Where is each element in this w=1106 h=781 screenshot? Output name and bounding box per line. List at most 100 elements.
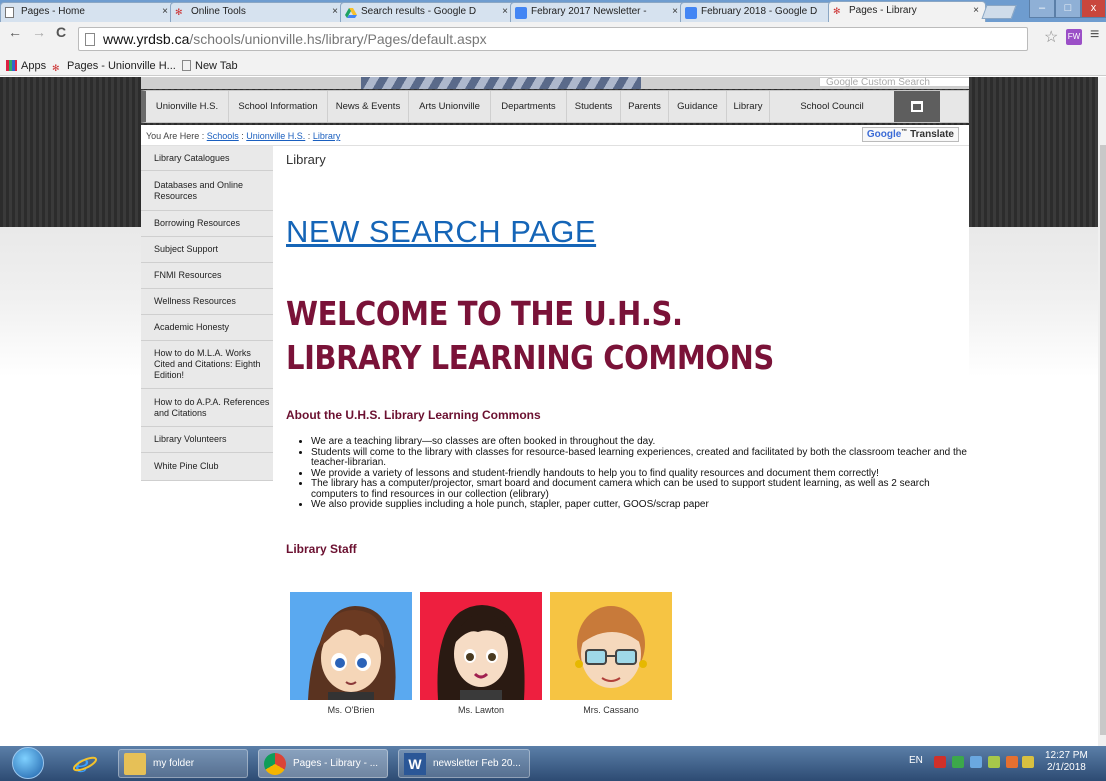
- taskbar-button-my-folder[interactable]: my folder: [118, 749, 248, 778]
- site-navigation: Unionville H.S. School Information News …: [141, 90, 969, 123]
- tab-online-tools[interactable]: ✻ Online Tools ×: [170, 2, 345, 22]
- breadcrumb: You Are Here : Schools : Unionville H.S.…: [141, 125, 969, 146]
- tray-app-icon[interactable]: [988, 756, 1000, 768]
- google-translate-button[interactable]: Google™ Translate: [861, 127, 959, 142]
- bookmarks-bar: Apps ✻ Pages - Unionville H... New Tab: [0, 58, 1106, 76]
- nav-guidance[interactable]: Guidance: [669, 91, 727, 122]
- maximize-button[interactable]: □: [1055, 0, 1081, 18]
- page-icon: [85, 33, 95, 46]
- sidebar-item-databases[interactable]: Databases and Online Resources: [141, 171, 273, 211]
- taskbar-button-word[interactable]: W newsletter Feb 20...: [398, 749, 530, 778]
- tab-title: February 2018 - Google D: [701, 6, 818, 17]
- sidebar-item-wellness-resources[interactable]: Wellness Resources: [141, 289, 273, 315]
- tab-title: Search results - Google D: [361, 6, 477, 17]
- nav-arts-unionville[interactable]: Arts Unionville: [409, 91, 491, 122]
- bookmark-apps[interactable]: Apps: [6, 60, 46, 72]
- minimize-button[interactable]: –: [1029, 0, 1055, 18]
- sidebar-item-library-volunteers[interactable]: Library Volunteers: [141, 427, 273, 453]
- nav-library[interactable]: Library: [727, 91, 770, 122]
- forward-arrow-icon[interactable]: →: [32, 24, 46, 40]
- reload-icon[interactable]: C: [56, 24, 66, 40]
- page-icon: [5, 7, 14, 18]
- url-path: /schools/unionville.hs/library/Pages/def…: [189, 31, 487, 47]
- back-arrow-icon[interactable]: ←: [8, 24, 22, 40]
- site-banner: Google Custom Search: [141, 77, 969, 89]
- list-item: Students will come to the library with c…: [311, 447, 971, 469]
- language-indicator[interactable]: EN: [909, 755, 923, 766]
- staff-heading: Library Staff: [286, 542, 357, 556]
- google-drive-icon: [345, 7, 357, 19]
- new-tab-button[interactable]: [981, 5, 1017, 19]
- google-docs-icon: [515, 7, 527, 19]
- close-window-button[interactable]: x: [1081, 0, 1106, 18]
- address-bar[interactable]: www.yrdsb.ca/schools/unionville.hs/libra…: [78, 27, 1028, 51]
- staff-name-cassano: Mrs. Cassano: [583, 705, 639, 715]
- breadcrumb-link-library[interactable]: Library: [313, 131, 341, 141]
- menu-icon[interactable]: ≡: [1090, 26, 1099, 44]
- tab-close-icon[interactable]: ×: [672, 6, 678, 17]
- nav-unionville-hs[interactable]: Unionville H.S.: [146, 91, 229, 122]
- nav-news-events[interactable]: News & Events: [328, 91, 409, 122]
- nav-departments[interactable]: Departments: [491, 91, 567, 122]
- tab-close-icon[interactable]: ×: [332, 6, 338, 17]
- url-host: www.yrdsb.ca: [103, 31, 190, 47]
- sidebar-item-subject-support[interactable]: Subject Support: [141, 237, 273, 263]
- list-item: We also provide supplies including a hol…: [311, 499, 971, 511]
- google-logo-text: Google: [866, 129, 902, 140]
- welcome-heading: WELCOME TO THE U.H.S. LIBRARY LEARNING C…: [286, 294, 774, 377]
- tray-app-icon[interactable]: [1006, 756, 1018, 768]
- sharepoint-icon: ✻: [833, 6, 841, 16]
- breadcrumb-separator: :: [305, 131, 313, 141]
- tab-search-results[interactable]: Search results - Google D ×: [340, 2, 515, 22]
- system-clock[interactable]: 12:27 PM 2/1/2018: [1045, 750, 1088, 774]
- sidebar-item-borrowing-resources[interactable]: Borrowing Resources: [141, 211, 273, 237]
- start-button[interactable]: [12, 747, 44, 779]
- bookmark-new-tab[interactable]: New Tab: [182, 60, 238, 72]
- nav-school-council[interactable]: School Council: [770, 91, 894, 122]
- sidebar-nav: Library Catalogues Databases and Online …: [141, 146, 273, 481]
- custom-search-input[interactable]: Google Custom Search: [819, 77, 969, 88]
- scrollbar-thumb[interactable]: [1100, 145, 1106, 735]
- windows-taskbar: e my folder Pages - Library - ... W news…: [0, 746, 1106, 781]
- main-content: Library NEW SEARCH PAGE WELCOME TO THE U…: [273, 146, 969, 746]
- tab-close-icon[interactable]: ×: [973, 5, 979, 16]
- tray-app-icon[interactable]: [1022, 756, 1034, 768]
- staff-name-lawton: Ms. Lawton: [457, 705, 505, 715]
- nav-parents[interactable]: Parents: [621, 91, 669, 122]
- sidebar-item-academic-honesty[interactable]: Academic Honesty: [141, 315, 273, 341]
- staff-avatar-obrien: [290, 592, 412, 700]
- tray-app-icon[interactable]: [952, 756, 964, 768]
- nav-school-information[interactable]: School Information: [229, 91, 328, 122]
- staff-avatar-cassano: [550, 592, 672, 700]
- staff-avatar-lawton: [420, 592, 542, 700]
- bookmark-star-icon[interactable]: ☆: [1044, 27, 1058, 47]
- about-heading: About the U.H.S. Library Learning Common…: [286, 408, 541, 422]
- nav-students[interactable]: Students: [567, 91, 621, 122]
- tab-close-icon[interactable]: ×: [502, 6, 508, 17]
- sidebar-item-library-catalogues[interactable]: Library Catalogues: [141, 146, 273, 171]
- tab-close-icon[interactable]: ×: [162, 6, 168, 17]
- acrobat-tray-icon[interactable]: [934, 756, 946, 768]
- sidebar-item-apa-citations[interactable]: How to do A.P.A. References and Citation…: [141, 389, 273, 427]
- google-docs-icon: [685, 7, 697, 19]
- internet-explorer-icon[interactable]: e: [72, 750, 98, 778]
- sidebar-item-fnmi-resources[interactable]: FNMI Resources: [141, 263, 273, 289]
- network-tray-icon[interactable]: [970, 756, 982, 768]
- new-search-page-link[interactable]: NEW SEARCH PAGE: [286, 214, 596, 250]
- web-page: Google Custom Search Unionville H.S. Sch…: [0, 77, 1106, 746]
- browser-tab-strip: Pages - Home × ✻ Online Tools × Search r…: [0, 0, 1106, 22]
- tab-pages-library[interactable]: ✻ Pages - Library ×: [828, 1, 986, 22]
- sidebar-item-white-pine-club[interactable]: White Pine Club: [141, 453, 273, 481]
- chrome-icon: [264, 753, 286, 775]
- print-icon: [911, 101, 923, 112]
- clock-time: 12:27 PM: [1045, 750, 1088, 761]
- tab-pages-home[interactable]: Pages - Home ×: [0, 2, 175, 22]
- print-button[interactable]: [894, 91, 940, 122]
- breadcrumb-link-schools[interactable]: Schools: [207, 131, 239, 141]
- breadcrumb-link-unionville-hs[interactable]: Unionville H.S.: [246, 131, 305, 141]
- taskbar-button-chrome[interactable]: Pages - Library - ...: [258, 749, 388, 778]
- tab-february-2017-newsletter[interactable]: Febrary 2017 Newsletter - ×: [510, 2, 685, 22]
- bookmark-pages-unionville[interactable]: ✻ Pages - Unionville H...: [52, 60, 176, 74]
- extension-icon[interactable]: FW: [1066, 29, 1082, 45]
- sidebar-item-mla-citations[interactable]: How to do M.L.A. Works Cited and Citatio…: [141, 341, 273, 389]
